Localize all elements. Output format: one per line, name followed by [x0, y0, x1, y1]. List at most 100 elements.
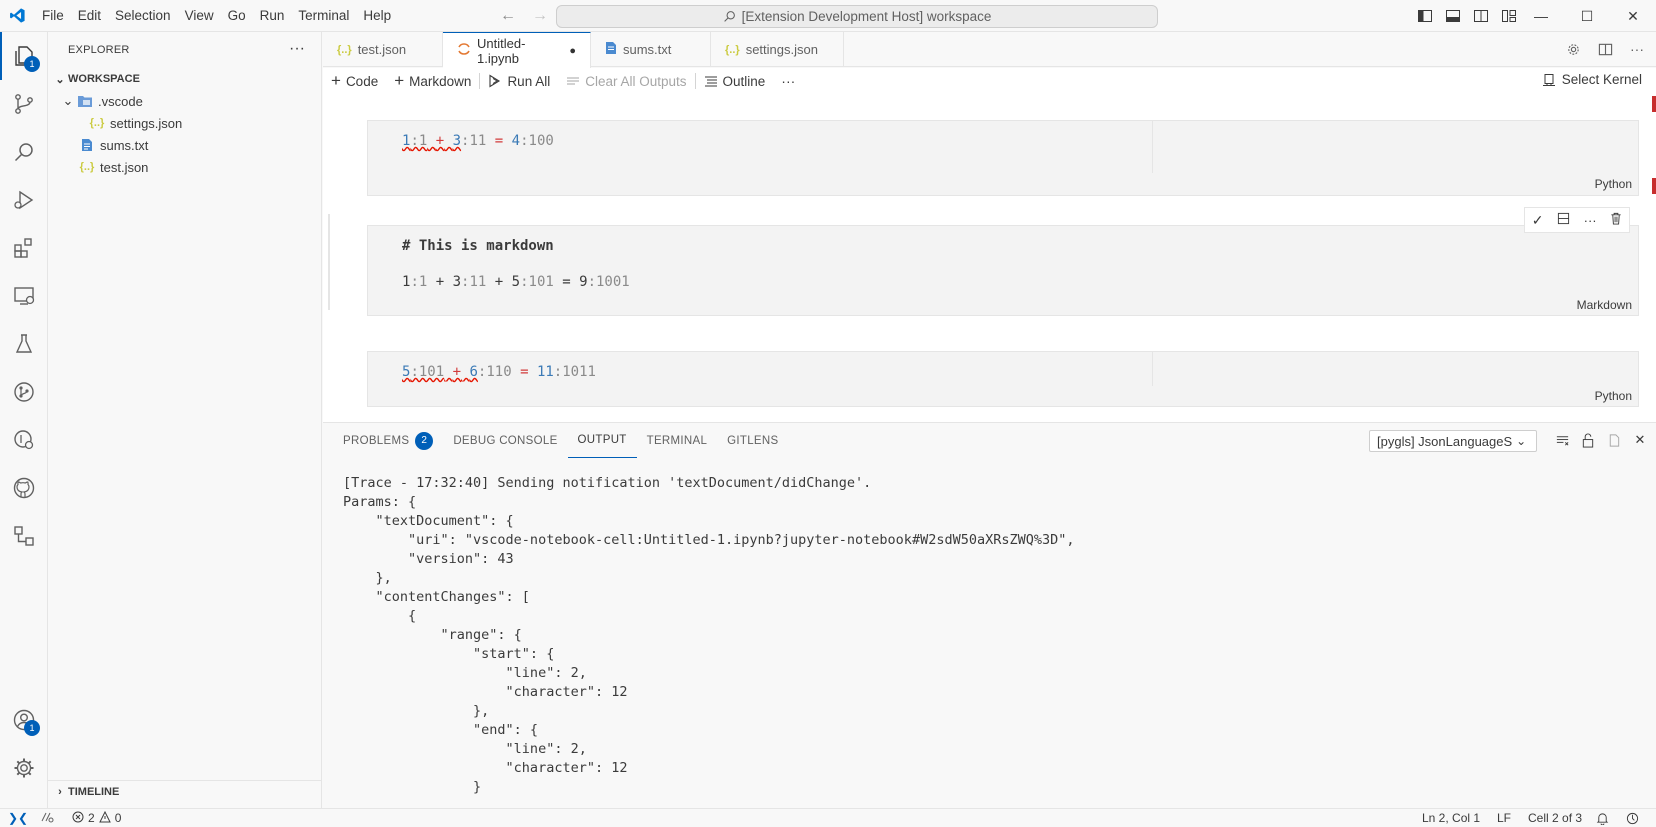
stop-editing-check-icon[interactable]: ✓: [1532, 212, 1544, 229]
tab-problems[interactable]: PROBLEMS 2: [323, 423, 443, 458]
tree-item-settings-json[interactable]: {..} settings.json: [48, 112, 322, 134]
toggle-secondary-sidebar-icon[interactable]: [1470, 4, 1492, 28]
close-window-icon[interactable]: ✕: [1610, 0, 1656, 32]
notebook-toolbar: + Code + Markdown Run All Clear All Outp…: [323, 68, 1656, 94]
copilot-status-icon[interactable]: [1626, 809, 1639, 827]
menu-go[interactable]: Go: [221, 0, 253, 32]
toggle-panel-icon[interactable]: [1442, 4, 1464, 28]
customize-layout-icon[interactable]: [1498, 4, 1520, 28]
menu-terminal[interactable]: Terminal: [291, 0, 356, 32]
output-log[interactable]: [Trace - 17:32:40] Sending notification …: [343, 474, 1633, 804]
remote-indicator[interactable]: ❯❮: [8, 809, 28, 827]
remote-icon: ❯❮: [8, 811, 29, 825]
minimize-icon[interactable]: —: [1518, 0, 1564, 32]
back-arrow-icon[interactable]: ←: [496, 4, 520, 28]
lock-scroll-icon[interactable]: [1578, 429, 1598, 451]
split-editor-icon[interactable]: [1594, 38, 1616, 60]
cell-source[interactable]: 1:1 + 3:11 = 4:100: [402, 133, 554, 149]
tree-item-test-json[interactable]: {..} test.json: [48, 156, 322, 178]
maximize-icon[interactable]: ☐: [1564, 0, 1610, 32]
toggle-primary-sidebar-icon[interactable]: [1414, 4, 1436, 28]
sidebar-title: EXPLORER: [68, 44, 130, 56]
extension-host-indicator[interactable]: [40, 809, 54, 827]
close-panel-icon[interactable]: ✕: [1630, 429, 1650, 451]
clear-all-outputs-button[interactable]: Clear All Outputs: [558, 74, 694, 89]
gitlens-inspect-icon[interactable]: [0, 416, 48, 464]
tab-untitled-ipynb[interactable]: Untitled-1.ipynb ●: [443, 32, 591, 68]
source-control-icon[interactable]: [0, 80, 48, 128]
output-line: "line": 2,: [343, 665, 587, 681]
tab-settings-json[interactable]: {..} settings.json: [711, 32, 844, 67]
tab-test-json[interactable]: {..} test.json: [323, 32, 443, 67]
unsaved-dot-icon[interactable]: ●: [569, 45, 576, 57]
explorer-icon[interactable]: 1: [0, 32, 48, 80]
more-toolbar-actions-icon[interactable]: ···: [773, 73, 803, 89]
end-of-line[interactable]: LF: [1497, 809, 1511, 827]
error-count: 2: [88, 811, 95, 825]
more-actions-icon[interactable]: ···: [1626, 38, 1648, 60]
tab-gitlens[interactable]: GITLENS: [717, 423, 788, 458]
cell-more-actions-icon[interactable]: ···: [1584, 213, 1597, 228]
cell-language-python[interactable]: Python: [1595, 389, 1632, 403]
manage-gear-icon[interactable]: [0, 744, 48, 792]
timeline-section-header[interactable]: › TIMELINE: [48, 780, 322, 802]
gitlens-icon[interactable]: [0, 368, 48, 416]
notifications-bell-icon[interactable]: [1596, 809, 1609, 827]
cell-indicator[interactable]: Cell 2 of 3: [1528, 809, 1582, 827]
menu-edit[interactable]: Edit: [71, 0, 108, 32]
cell-language-markdown[interactable]: Markdown: [1577, 298, 1632, 312]
tab-terminal[interactable]: TERMINAL: [637, 423, 718, 458]
split-cell-icon[interactable]: [1557, 212, 1570, 228]
menu-view[interactable]: View: [178, 0, 221, 32]
cell-focus-indicator: [328, 214, 330, 310]
menu-selection[interactable]: Selection: [108, 0, 178, 32]
clear-all-icon: [567, 77, 580, 85]
search-icon[interactable]: [0, 128, 48, 176]
cell-language-python[interactable]: Python: [1595, 177, 1632, 191]
add-markdown-cell-button[interactable]: + Markdown: [386, 71, 479, 91]
code-cell-3[interactable]: 5:101 + 6:110 = 11:1011 Python: [367, 351, 1639, 407]
tab-debug-console[interactable]: DEBUG CONSOLE: [443, 423, 567, 458]
output-line: [Trace - 17:32:40] Sending notification …: [343, 475, 872, 491]
tree-item-vscode-folder[interactable]: ⌄ .vscode: [48, 90, 322, 112]
tree-item-sums-txt[interactable]: sums.txt: [48, 134, 322, 156]
remote-explorer-icon[interactable]: [0, 272, 48, 320]
select-kernel-button[interactable]: Select Kernel: [1542, 72, 1642, 87]
markdown-heading[interactable]: # This is markdown: [402, 238, 554, 254]
code-cell-1[interactable]: 1:1 + 3:11 = 4:100 Python: [367, 120, 1639, 196]
open-output-editor-icon[interactable]: [1604, 429, 1624, 451]
tab-sums-txt[interactable]: sums.txt: [591, 32, 711, 67]
delete-cell-trash-icon[interactable]: [1610, 212, 1622, 228]
markdown-cell-2[interactable]: # This is markdown 1:1 + 3:11 + 5:101 = …: [367, 225, 1639, 316]
menu-file[interactable]: File: [35, 0, 71, 32]
problems-status[interactable]: 2 0: [72, 809, 121, 827]
output-line: Params: {: [343, 494, 417, 510]
tab-label: test.json: [357, 42, 407, 57]
tab-output[interactable]: OUTPUT: [567, 423, 637, 458]
menu-run[interactable]: Run: [253, 0, 292, 32]
workflow-icon[interactable]: [0, 512, 48, 560]
cell-output-divider: [1152, 352, 1153, 386]
extensions-icon[interactable]: [0, 224, 48, 272]
forward-arrow-icon[interactable]: →: [528, 4, 552, 28]
command-center-search[interactable]: [Extension Development Host] workspace: [556, 5, 1158, 28]
outline-button[interactable]: Outline: [696, 74, 774, 89]
run-all-button[interactable]: Run All: [480, 74, 558, 89]
workspace-section-header[interactable]: ⌄ WORKSPACE: [48, 68, 322, 90]
more-actions-icon[interactable]: ···: [289, 40, 305, 58]
command-center-label: [Extension Development Host] workspace: [741, 9, 992, 24]
accounts-icon[interactable]: 1: [0, 696, 48, 744]
cell-source[interactable]: 5:101 + 6:110 = 11:1011: [402, 364, 596, 380]
add-code-cell-button[interactable]: + Code: [323, 71, 386, 91]
run-debug-icon[interactable]: [0, 176, 48, 224]
testing-icon[interactable]: [0, 320, 48, 368]
output-channel-select[interactable]: [pygls] JsonLanguageS ⌄: [1369, 430, 1537, 452]
github-icon[interactable]: [0, 464, 48, 512]
cursor-position[interactable]: Ln 2, Col 1: [1422, 809, 1480, 827]
clear-output-icon[interactable]: [1552, 429, 1572, 451]
menu-help[interactable]: Help: [356, 0, 398, 32]
overview-ruler-error-mark: [1652, 178, 1656, 194]
output-line: {: [343, 608, 417, 624]
markdown-source-line[interactable]: 1:1 + 3:11 + 5:101 = 9:1001: [402, 274, 630, 290]
notebook-settings-gear-icon[interactable]: [1562, 38, 1584, 60]
